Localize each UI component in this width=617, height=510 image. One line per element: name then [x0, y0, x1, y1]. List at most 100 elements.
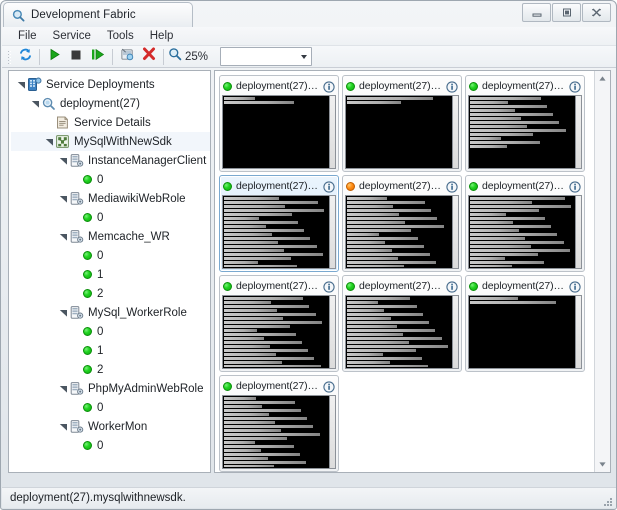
tree-node-memcache-wr[interactable]: Memcache_WR [11, 227, 210, 246]
tiles-vertical-scrollbar[interactable] [594, 71, 610, 472]
info-icon[interactable] [569, 80, 581, 93]
scroll-up-arrow-icon[interactable] [595, 71, 610, 86]
close-button[interactable] [582, 3, 611, 22]
tree-expander-icon[interactable] [57, 151, 69, 170]
console-scrollbar[interactable] [575, 196, 581, 268]
console-scrollbar[interactable] [329, 196, 335, 268]
tree-expander-icon[interactable] [15, 75, 27, 94]
tree-node-workermon[interactable]: WorkerMon [11, 417, 210, 436]
info-icon[interactable] [323, 180, 335, 193]
console-line [224, 441, 256, 444]
menu-service[interactable]: Service [45, 28, 99, 44]
console-line [224, 413, 269, 416]
instance-tile[interactable]: deployment(27)… [342, 275, 462, 372]
tree-node-mysqlwithnewsdk[interactable]: MySqlWithNewSdk [11, 132, 210, 151]
console-scrollbar[interactable] [329, 296, 335, 368]
tree-node-service-deployments[interactable]: Service Deployments [11, 75, 210, 94]
zoom-control[interactable]: 25% [168, 47, 208, 67]
tree-node-mysql-workerrole[interactable]: MySql_WorkerRole [11, 303, 210, 322]
instance-tile[interactable]: deployment(27)… [219, 75, 339, 172]
console-scrollbar[interactable] [452, 196, 458, 268]
instance-tile[interactable]: deployment(27)… [465, 75, 585, 172]
delete-button[interactable] [138, 47, 160, 67]
menu-tools[interactable]: Tools [99, 28, 142, 44]
tree-node-2[interactable]: 2 [11, 284, 210, 303]
instance-tile[interactable]: deployment(27)… [465, 175, 585, 272]
tree-node-phpmyadminwebrole[interactable]: PhpMyAdminWebRole [11, 379, 210, 398]
console-line [224, 445, 294, 448]
tree-node-label: Memcache_WR [88, 230, 170, 243]
resize-grip[interactable] [601, 494, 613, 506]
tree-expander-icon[interactable] [29, 94, 41, 113]
instance-tiles-panel[interactable]: deployment(27)… deployment(27)… deployme… [214, 70, 611, 473]
tree-node-service-details[interactable]: Service Details [11, 113, 210, 132]
instance-tile[interactable]: deployment(27)… [219, 175, 339, 272]
tree-node-0[interactable]: 0 [11, 170, 210, 189]
step-button[interactable] [87, 47, 109, 67]
instance-tile[interactable]: deployment(27)… [342, 175, 462, 272]
attach-debugger-button[interactable] [116, 47, 138, 67]
tree-expander-icon[interactable] [57, 379, 69, 398]
minimize-button[interactable] [522, 3, 551, 22]
start-button[interactable] [43, 47, 65, 67]
console-line [347, 321, 430, 324]
tree-expander-icon[interactable] [57, 417, 69, 436]
refresh-icon [18, 47, 33, 67]
tree-node-1[interactable]: 1 [11, 265, 210, 284]
console-scrollbar[interactable] [329, 96, 335, 168]
refresh-button[interactable] [14, 47, 36, 67]
info-icon[interactable] [323, 80, 335, 93]
menu-help[interactable]: Help [142, 28, 182, 44]
info-icon[interactable] [569, 280, 581, 293]
stop-button[interactable] [65, 47, 87, 67]
console-line [347, 309, 385, 312]
instance-tile[interactable]: deployment(27)… [465, 275, 585, 372]
console-line [224, 405, 263, 408]
scroll-down-arrow-icon[interactable] [595, 457, 610, 472]
service-deployments-tree-panel[interactable]: Service Deployments deployment(27) Servi… [8, 70, 211, 473]
tree-node-deployment-27[interactable]: deployment(27) [11, 94, 210, 113]
tree-expander-icon[interactable] [57, 303, 69, 322]
zoom-combo-box[interactable] [220, 47, 313, 66]
tree-node-0[interactable]: 0 [11, 322, 210, 341]
toolbar-grip[interactable] [6, 49, 12, 65]
console-scrollbar[interactable] [452, 96, 458, 168]
info-icon[interactable] [569, 180, 581, 193]
tree-node-instancemanagerclient[interactable]: InstanceManagerClient [11, 151, 210, 170]
info-icon[interactable] [446, 280, 458, 293]
tree-node-0[interactable]: 0 [11, 398, 210, 417]
tree-expander-icon[interactable] [57, 227, 69, 246]
console-text-lines [470, 97, 574, 167]
info-icon[interactable] [446, 80, 458, 93]
console-text-lines [224, 97, 328, 167]
maximize-button[interactable] [552, 3, 581, 22]
tree-node-1[interactable]: 1 [11, 341, 210, 360]
info-icon[interactable] [323, 380, 335, 393]
console-scrollbar[interactable] [329, 396, 335, 468]
tree-node-label: 0 [97, 439, 104, 452]
instance-console-output [222, 395, 336, 469]
console-scrollbar[interactable] [575, 96, 581, 168]
info-icon[interactable] [446, 180, 458, 193]
console-scrollbar[interactable] [575, 296, 581, 368]
toolbar-separator-2 [112, 48, 113, 65]
tree-node-0[interactable]: 0 [11, 436, 210, 455]
console-scrollbar[interactable] [452, 296, 458, 368]
info-icon[interactable] [323, 280, 335, 293]
tree-node-mediawikiwebrole[interactable]: MediawikiWebRole [11, 189, 210, 208]
menu-file[interactable]: File [10, 28, 45, 44]
tree-node-0[interactable]: 0 [11, 208, 210, 227]
tree-twisty-placeholder [71, 341, 83, 360]
tree-node-0[interactable]: 0 [11, 246, 210, 265]
console-line [224, 217, 260, 220]
instance-tile-title: deployment(27)… [359, 180, 441, 192]
tree-expander-icon[interactable] [43, 132, 55, 151]
console-line [224, 305, 310, 308]
console-line [224, 337, 264, 340]
status-dot-green [346, 281, 355, 291]
instance-tile[interactable]: deployment(27)… [219, 275, 339, 372]
instance-tile[interactable]: deployment(27)… [342, 75, 462, 172]
tree-node-2[interactable]: 2 [11, 360, 210, 379]
tree-expander-icon[interactable] [57, 189, 69, 208]
instance-tile[interactable]: deployment(27)… [219, 375, 339, 472]
